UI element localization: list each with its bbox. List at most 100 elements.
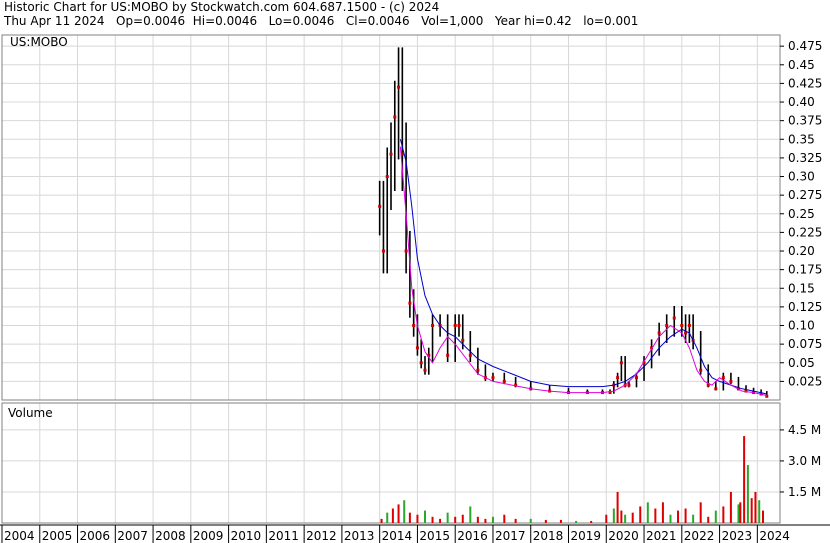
price-close-marker — [468, 353, 472, 357]
volume-bar — [403, 500, 406, 523]
price-close-marker — [502, 379, 506, 383]
volume-bar — [575, 520, 578, 523]
price-panel-frame — [1, 34, 781, 401]
year-label: 2023 — [722, 529, 753, 543]
volume-bar — [714, 510, 717, 523]
volume-bar — [654, 508, 657, 523]
year-label: 2024 — [759, 529, 790, 543]
year-label: 2016 — [457, 529, 488, 543]
volume-bar — [699, 502, 702, 523]
volume-bar — [729, 491, 732, 523]
price-close-marker — [616, 376, 620, 380]
price-close-marker — [453, 324, 457, 328]
volume-bar — [529, 518, 532, 523]
price-close-marker — [381, 249, 385, 253]
price-tick-label: 0.30 — [788, 170, 815, 184]
volume-bar — [380, 518, 383, 523]
price-close-marker — [408, 301, 412, 305]
price-close-marker — [378, 204, 382, 208]
price-grid — [2, 35, 780, 400]
price-close-marker — [412, 324, 416, 328]
volume-bar — [514, 518, 517, 523]
volume-bar — [707, 516, 710, 523]
volume-bar — [737, 504, 740, 523]
volume-bar — [639, 506, 642, 523]
price-tick-label: 0.20 — [788, 244, 815, 258]
price-close-marker — [419, 361, 423, 365]
price-close-marker — [389, 152, 393, 156]
volume-bar — [750, 498, 753, 523]
volume-bar — [754, 491, 757, 523]
year-label: 2018 — [533, 529, 564, 543]
price-close-marker — [476, 368, 480, 372]
price-tick-label: 0.125 — [788, 300, 822, 314]
price-close-marker — [415, 346, 419, 350]
volume-bar — [743, 436, 746, 523]
price-close-marker — [393, 115, 397, 119]
year-label: 2007 — [117, 529, 148, 543]
volume-bar — [631, 512, 634, 523]
volume-bar — [469, 506, 472, 523]
volume-bar — [616, 491, 619, 523]
year-label: 2006 — [80, 529, 111, 543]
price-tick-label: 0.425 — [788, 76, 822, 90]
year-label: 2015 — [419, 529, 450, 543]
price-bars — [378, 47, 769, 398]
price-close-marker — [634, 376, 638, 380]
volume-bar — [439, 518, 442, 523]
volume-y-axis: 4.5 M 3.0 M 1.5 M — [780, 423, 821, 499]
year-label: 2014 — [382, 529, 413, 543]
volume-bar — [391, 508, 394, 523]
price-close-marker — [461, 338, 465, 342]
price-tick-label: 0.25 — [788, 207, 815, 221]
price-close-marker — [431, 324, 435, 328]
price-tick-label: 0.45 — [788, 58, 815, 72]
volume-bar — [722, 506, 725, 523]
price-tick-label: 0.35 — [788, 132, 815, 146]
volume-bar — [612, 508, 615, 523]
price-close-marker — [714, 387, 718, 391]
price-close-marker — [687, 324, 691, 328]
price-close-marker — [385, 175, 389, 179]
volume-bar — [605, 514, 608, 523]
price-tick-label: 0.025 — [788, 374, 822, 388]
price-close-marker — [404, 249, 408, 253]
price-close-marker — [665, 324, 669, 328]
symbol-label: US:MOBO — [10, 35, 68, 49]
volume-bar — [758, 500, 761, 523]
price-close-marker — [619, 361, 623, 365]
price-close-marker — [397, 85, 401, 89]
price-tick-label: 0.40 — [788, 95, 815, 109]
volume-bar — [677, 510, 680, 523]
volume-bar — [590, 520, 593, 523]
year-axis: 2004 2005 2006 2007 2008 2009 2010 2011 2012 2013… — [0, 524, 830, 543]
price-close-marker — [446, 353, 450, 357]
price-close-marker — [672, 316, 676, 320]
price-y-axis: 0.475 0.45 0.425 0.40 0.375 0.35 0.325 0.30 0.27… — [780, 39, 822, 388]
price-tick-label: 0.375 — [788, 114, 822, 128]
year-label: 2008 — [155, 529, 186, 543]
volume-bar — [491, 516, 494, 523]
volume-bar — [503, 514, 506, 523]
volume-bar — [476, 516, 479, 523]
volume-bar — [684, 508, 687, 523]
volume-bar — [423, 510, 426, 523]
volume-bar — [408, 512, 411, 523]
volume-bar — [461, 514, 464, 523]
volume-bar — [397, 504, 400, 523]
price-tick-label: 0.15 — [788, 281, 815, 295]
price-close-marker — [423, 368, 427, 372]
year-label: 2021 — [646, 529, 677, 543]
price-close-marker — [491, 376, 495, 380]
volume-bar — [386, 512, 389, 523]
year-label: 2013 — [344, 529, 375, 543]
year-label: 2010 — [231, 529, 262, 543]
volume-label: Volume — [8, 406, 53, 420]
volume-tick-label: 4.5 M — [788, 423, 821, 437]
price-close-marker — [680, 324, 684, 328]
price-tick-label: 0.325 — [788, 151, 822, 165]
volume-bar — [762, 510, 765, 523]
year-label: 2005 — [42, 529, 73, 543]
stock-chart: 0.475 0.45 0.425 0.40 0.375 0.35 0.325 0.30 0.27… — [0, 34, 830, 543]
price-tick-label: 0.475 — [788, 39, 822, 53]
